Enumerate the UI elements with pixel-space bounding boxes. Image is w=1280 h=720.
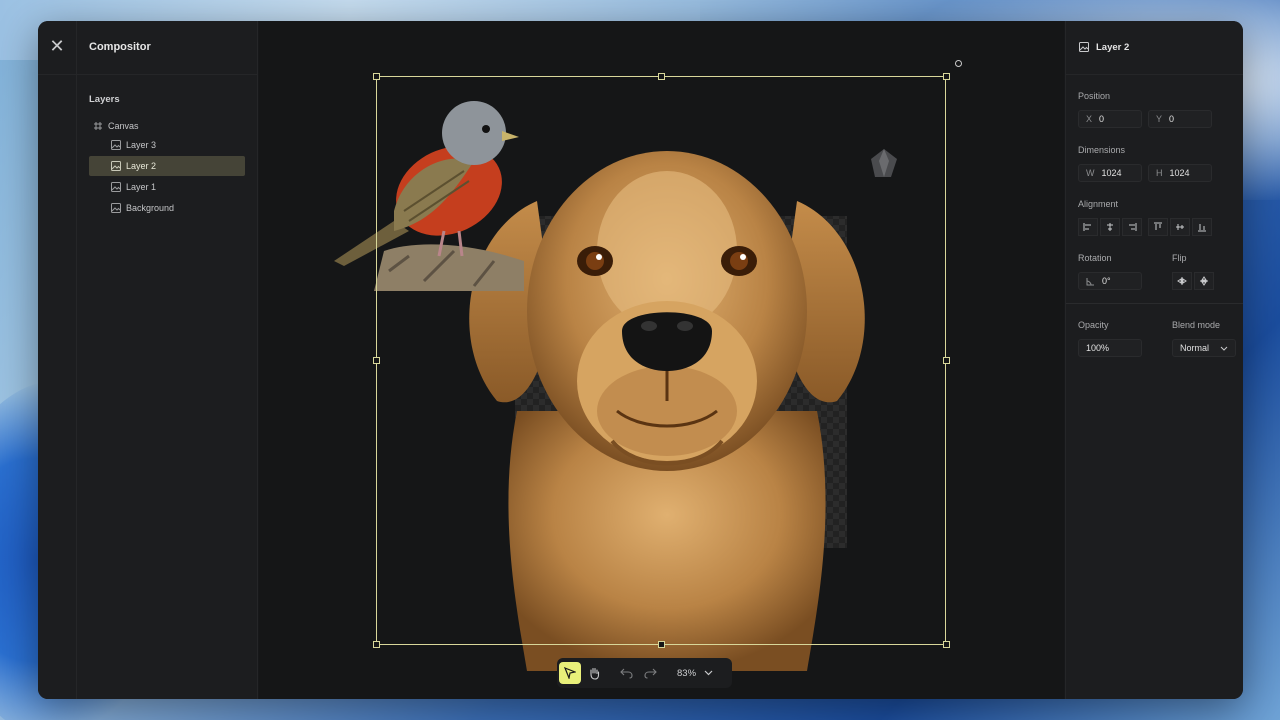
align-bottom-icon bbox=[1198, 224, 1206, 232]
divider bbox=[1066, 303, 1243, 304]
w-prefix: W bbox=[1086, 168, 1095, 178]
flip-horizontal-icon bbox=[1177, 277, 1187, 285]
opacity-label: Opacity bbox=[1078, 320, 1109, 330]
close-icon[interactable]: ✕ bbox=[48, 37, 66, 55]
width-field[interactable]: W 1024 bbox=[1078, 164, 1142, 182]
align-left-button[interactable] bbox=[1078, 218, 1098, 236]
compositor-window: ✕ Compositor Layers Canvas Layer 3 Layer… bbox=[38, 21, 1243, 699]
align-center-h-button[interactable] bbox=[1100, 218, 1120, 236]
inspector-panel: Layer 2 Position X 0 Y 0 Dimensions W 10… bbox=[1065, 21, 1243, 699]
redo-icon bbox=[643, 668, 657, 679]
select-tool-button[interactable] bbox=[559, 662, 581, 684]
blend-mode-label: Blend mode bbox=[1172, 320, 1221, 330]
image-icon bbox=[111, 182, 121, 192]
resize-handle-tr[interactable] bbox=[943, 73, 950, 80]
rotation-field[interactable]: 0° bbox=[1078, 272, 1142, 290]
opacity-field[interactable]: 100% bbox=[1078, 339, 1142, 357]
align-center-icon bbox=[1107, 223, 1113, 231]
resize-handle-right[interactable] bbox=[943, 357, 950, 364]
layer-item-layer-3[interactable]: Layer 3 bbox=[89, 135, 245, 155]
pan-tool-button[interactable] bbox=[583, 662, 605, 684]
left-sidebar: ✕ Compositor Layers Canvas Layer 3 Layer… bbox=[38, 21, 258, 699]
layer-item-canvas[interactable]: Canvas bbox=[89, 116, 245, 136]
x-value: 0 bbox=[1099, 114, 1105, 124]
alignment-label: Alignment bbox=[1078, 199, 1119, 209]
w-value: 1024 bbox=[1101, 168, 1122, 178]
cursor-icon bbox=[564, 667, 576, 679]
blend-mode-select[interactable]: Normal bbox=[1172, 339, 1236, 357]
hash-icon bbox=[94, 122, 102, 130]
resize-handle-br[interactable] bbox=[943, 641, 950, 648]
inspector-header: Layer 2 bbox=[1066, 21, 1243, 75]
layer-label: Background bbox=[126, 203, 175, 213]
layer-item-layer-1[interactable]: Layer 1 bbox=[89, 177, 245, 197]
resize-handle-tl[interactable] bbox=[373, 73, 380, 80]
position-label: Position bbox=[1078, 91, 1111, 101]
h-value: 1024 bbox=[1169, 168, 1190, 178]
rotation-label: Rotation bbox=[1078, 253, 1112, 263]
resize-handle-left[interactable] bbox=[373, 357, 380, 364]
app-title: Compositor bbox=[89, 41, 151, 53]
layers-heading: Layers bbox=[89, 94, 120, 105]
opacity-value: 100% bbox=[1086, 343, 1110, 353]
y-prefix: Y bbox=[1156, 114, 1163, 124]
flip-label: Flip bbox=[1172, 253, 1187, 263]
inspector-title: Layer 2 bbox=[1096, 42, 1130, 53]
blend-mode-value: Normal bbox=[1180, 343, 1210, 353]
angle-icon bbox=[1086, 277, 1094, 285]
layer-item-background[interactable]: Background bbox=[89, 198, 245, 218]
y-value: 0 bbox=[1169, 114, 1175, 124]
resize-handle-top[interactable] bbox=[658, 73, 665, 80]
align-middle-button[interactable] bbox=[1170, 218, 1190, 236]
image-icon bbox=[1079, 42, 1089, 52]
selection-box[interactable] bbox=[376, 76, 946, 645]
undo-button[interactable] bbox=[615, 662, 637, 684]
canvas-toolbar: 83% bbox=[557, 658, 732, 688]
height-field[interactable]: H 1024 bbox=[1148, 164, 1212, 182]
redo-button[interactable] bbox=[639, 662, 661, 684]
h-prefix: H bbox=[1156, 168, 1163, 178]
image-icon bbox=[111, 140, 121, 150]
sidebar-header: ✕ Compositor bbox=[38, 21, 257, 75]
flip-vertical-icon bbox=[1200, 276, 1208, 286]
align-right-button[interactable] bbox=[1122, 218, 1142, 236]
resize-handle-bl[interactable] bbox=[373, 641, 380, 648]
image-icon bbox=[111, 203, 121, 213]
rotate-handle[interactable] bbox=[955, 60, 962, 67]
resize-handle-bottom[interactable] bbox=[658, 641, 665, 648]
layer-label: Layer 2 bbox=[126, 161, 157, 171]
chevron-down-icon bbox=[1220, 346, 1228, 351]
layer-label: Layer 3 bbox=[126, 140, 157, 150]
dimensions-label: Dimensions bbox=[1078, 145, 1126, 155]
chevron-down-icon[interactable] bbox=[704, 670, 713, 676]
rotation-value: 0° bbox=[1102, 276, 1111, 286]
zoom-level[interactable]: 83% bbox=[677, 668, 696, 679]
align-bottom-button[interactable] bbox=[1192, 218, 1212, 236]
hand-icon bbox=[589, 667, 599, 680]
layer-label: Layer 1 bbox=[126, 182, 157, 192]
align-top-icon bbox=[1154, 222, 1162, 230]
align-left-icon bbox=[1083, 223, 1091, 231]
layer-item-layer-2[interactable]: Layer 2 bbox=[89, 156, 245, 176]
flip-horizontal-button[interactable] bbox=[1172, 272, 1192, 290]
layer-label: Canvas bbox=[108, 121, 139, 131]
align-top-button[interactable] bbox=[1148, 218, 1168, 236]
align-right-icon bbox=[1129, 223, 1137, 231]
image-icon bbox=[111, 161, 121, 171]
position-y-field[interactable]: Y 0 bbox=[1148, 110, 1212, 128]
canvas-area[interactable]: 83% bbox=[259, 21, 1064, 699]
align-middle-icon bbox=[1176, 224, 1184, 230]
undo-icon bbox=[619, 668, 633, 679]
flip-vertical-button[interactable] bbox=[1194, 272, 1214, 290]
x-prefix: X bbox=[1086, 114, 1093, 124]
position-x-field[interactable]: X 0 bbox=[1078, 110, 1142, 128]
